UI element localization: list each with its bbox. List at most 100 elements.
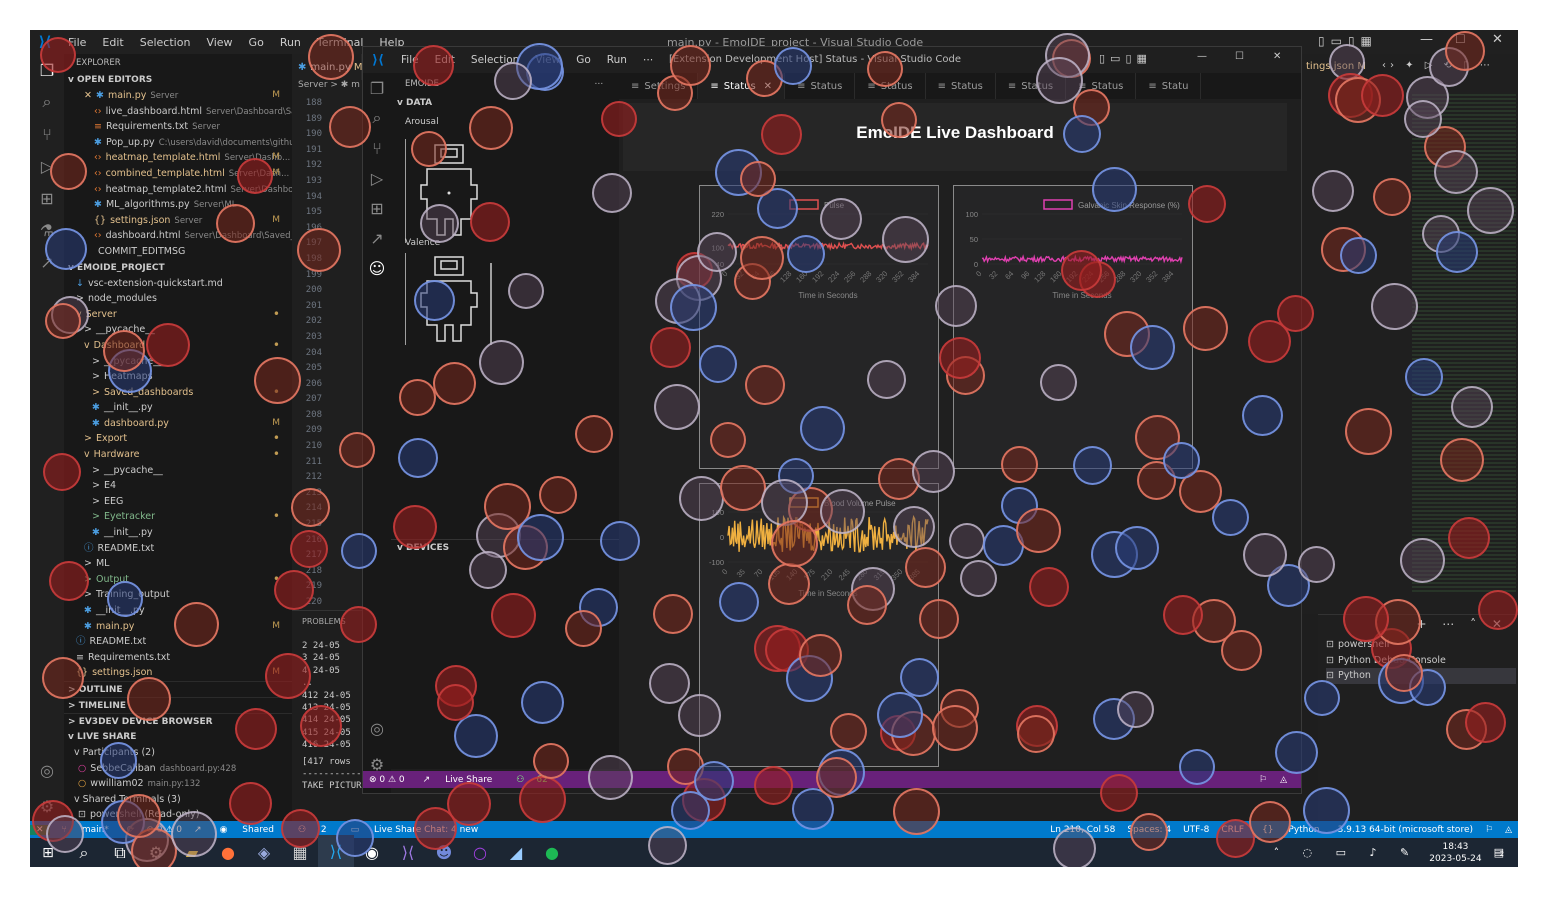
- editor-actions[interactable]: ‹› ✦ ▷ ⟲ ▯ ⋯: [1382, 60, 1494, 71]
- menu-item[interactable]: Go: [241, 36, 272, 49]
- inner-live-share-item[interactable]: ↗ Live Share: [411, 775, 505, 785]
- inner-maximize-button[interactable]: ☐: [1235, 51, 1244, 62]
- inner-problems-indicator[interactable]: ⊗ 0 ⚠ 0: [363, 775, 411, 785]
- inner-close-button[interactable]: ✕: [1273, 51, 1281, 62]
- inner-menu-item[interactable]: Selection: [463, 54, 527, 66]
- windows-start-icon[interactable]: ⊞: [30, 835, 66, 868]
- close-button[interactable]: ✕: [1492, 32, 1503, 47]
- tab-status[interactable]: ≡ Statu: [1136, 73, 1202, 99]
- tab-status[interactable]: ≡ Status: [996, 73, 1067, 99]
- remote-indicator[interactable]: ✕: [30, 824, 50, 835]
- explorer-icon[interactable]: ❐: [30, 54, 64, 86]
- clock[interactable]: 18:43 2023-05-24: [1429, 841, 1481, 865]
- settings-gear-icon[interactable]: ⚙: [138, 835, 174, 868]
- collapsed-section[interactable]: > OUTLINE: [64, 680, 292, 697]
- open-editor-item[interactable]: ‹› heatmap_template.html Server\Dashb... M: [64, 150, 292, 166]
- tree-item[interactable]: > Export •: [64, 431, 292, 447]
- project-section[interactable]: v EMOIDE_PROJECT: [64, 260, 292, 276]
- participant-item[interactable]: ○ SebbeCaliban dashboard.py:428: [64, 761, 292, 777]
- problems-indicator[interactable]: ⊗ 0 ⚠ 0: [140, 825, 188, 835]
- tree-item[interactable]: > Saved_dashboards •: [64, 385, 292, 401]
- devices-section[interactable]: v DEVICES: [391, 539, 619, 555]
- explorer-icon[interactable]: ❐: [363, 73, 391, 103]
- calculator-icon[interactable]: ▦: [282, 835, 318, 868]
- terminal-list-item[interactable]: ⊡ Python Debug Console: [1326, 653, 1516, 669]
- open-editor-item[interactable]: ✱ ML_algorithms.py Server\ML: [64, 197, 292, 213]
- tab-status[interactable]: ≡ Status: [785, 73, 856, 99]
- search-icon[interactable]: ⌕: [30, 86, 64, 118]
- inner-layout-controls[interactable]: ▯▭▯▦: [1099, 52, 1152, 65]
- language-mode[interactable]: {} Python: [1250, 825, 1332, 835]
- shared-terminal-item[interactable]: ⊡ powershell (Read-only): [64, 807, 292, 821]
- feedback-icon[interactable]: ⚐: [1479, 825, 1499, 835]
- source-control-icon[interactable]: ⑂: [363, 133, 391, 163]
- open-editor-item[interactable]: ✕ ✱ main.py Server M: [64, 88, 292, 104]
- emoide-face-icon[interactable]: ☺: [363, 253, 391, 283]
- open-editor-item[interactable]: ‹›dashboard.htmlServer\Dashboard\Saved_d…: [64, 228, 292, 244]
- tree-item[interactable]: ✱ main.py M: [64, 619, 292, 635]
- github-icon[interactable]: ◉: [354, 835, 390, 868]
- extensions-icon[interactable]: ⊞: [30, 182, 64, 214]
- tree-item[interactable]: ✱ __init__.py: [64, 525, 292, 541]
- open-editor-item[interactable]: ‹›live_dashboard.htmlServer\Dashboard\Sa…: [64, 104, 292, 120]
- spotify-icon[interactable]: ●: [534, 835, 570, 868]
- terminal-list-item[interactable]: ⊡ powershell: [1326, 637, 1516, 653]
- tab-status[interactable]: ≡ Status: [926, 73, 996, 99]
- testing-icon[interactable]: ⚗: [30, 214, 64, 246]
- open-editor-item[interactable]: {} settings.json Server M: [64, 213, 292, 229]
- branch-indicator[interactable]: ⑂ main*: [50, 825, 121, 835]
- tree-item[interactable]: > __pycache__: [64, 463, 292, 479]
- run-debug-icon[interactable]: ▷: [363, 163, 391, 193]
- chat-indicator[interactable]: ▭ Live Share Chat: 4 new: [339, 825, 491, 835]
- tree-item[interactable]: v Dashboard •: [64, 338, 292, 354]
- inner-bell-icon[interactable]: ◬: [1274, 775, 1293, 785]
- open-editor-item[interactable]: ‹› combined_template.html Server\Dash... M: [64, 166, 292, 182]
- tab-status[interactable]: ≡ Status ✕: [698, 73, 786, 99]
- live-share-icon[interactable]: ↗: [188, 825, 208, 835]
- live-share-icon[interactable]: ↗: [363, 223, 391, 253]
- accounts-icon[interactable]: ◎: [363, 713, 391, 743]
- maximize-button[interactable]: ☐: [1455, 32, 1466, 46]
- inner-feedback-icon[interactable]: ⚐: [1253, 775, 1273, 785]
- minimap[interactable]: [1412, 94, 1516, 594]
- tree-item[interactable]: ✱ __init__.py: [64, 603, 292, 619]
- tree-item[interactable]: > E4: [64, 478, 292, 494]
- open-editor-item[interactable]: ✱ Pop_up.py C:\users\david\documents\githu…: [64, 135, 292, 151]
- collapsed-section[interactable]: > EV3DEV DEVICE BROWSER: [64, 712, 292, 729]
- encoding[interactable]: UTF-8: [1177, 825, 1215, 835]
- discord-icon[interactable]: ☻: [426, 835, 462, 868]
- inner-menu-item[interactable]: ⋯: [635, 54, 662, 66]
- inner-menu-item[interactable]: Edit: [427, 54, 463, 66]
- menu-item[interactable]: Selection: [132, 36, 199, 49]
- tree-item[interactable]: ✱ __init__.py: [64, 400, 292, 416]
- file-explorer-icon[interactable]: ▰: [174, 835, 210, 868]
- close-icon[interactable]: ✕: [764, 81, 772, 92]
- line-endings[interactable]: CRLF: [1215, 825, 1250, 835]
- visual-studio-icon[interactable]: ⟩⟨: [390, 835, 426, 868]
- indentation[interactable]: Spaces: 4: [1121, 825, 1177, 835]
- live-share-section[interactable]: v LIVE SHARE: [64, 729, 292, 745]
- shared-terminals-header[interactable]: v Shared Terminals (3): [64, 792, 292, 808]
- tree-item[interactable]: v Hardware •: [64, 447, 292, 463]
- problems-tab[interactable]: PROBLEMS: [292, 611, 366, 626]
- run-debug-icon[interactable]: ▷: [30, 150, 64, 182]
- sync-button[interactable]: ⟳: [121, 825, 141, 835]
- source-control-icon[interactable]: ⑂: [30, 118, 64, 150]
- tree-item[interactable]: > Training_output: [64, 587, 292, 603]
- participants-indicator[interactable]: ⚇ 2: [286, 825, 339, 835]
- menu-item[interactable]: View: [198, 36, 240, 49]
- breadcrumb[interactable]: Server > ✱ m: [292, 80, 362, 96]
- inner-menu-item[interactable]: View: [527, 54, 568, 66]
- tree-item[interactable]: {} settings.json M: [64, 665, 292, 681]
- terminal-actions[interactable]: + ⋯ ˄ ✕: [1416, 617, 1508, 631]
- inner-minimize-button[interactable]: —: [1197, 51, 1207, 62]
- tree-item[interactable]: ≡ Requirements.txt: [64, 650, 292, 666]
- tree-item[interactable]: > ML: [64, 556, 292, 572]
- inner-menu-item[interactable]: Run: [599, 54, 635, 66]
- extensions-icon[interactable]: ⊞: [363, 193, 391, 223]
- tree-item[interactable]: > __pycache__: [64, 322, 292, 338]
- shared-indicator[interactable]: ◉ Shared: [208, 825, 286, 835]
- search-icon[interactable]: ⌕: [363, 103, 391, 133]
- participant-item[interactable]: ○ wwilliam02 main.py:132: [64, 776, 292, 792]
- tree-item[interactable]: > EEG: [64, 494, 292, 510]
